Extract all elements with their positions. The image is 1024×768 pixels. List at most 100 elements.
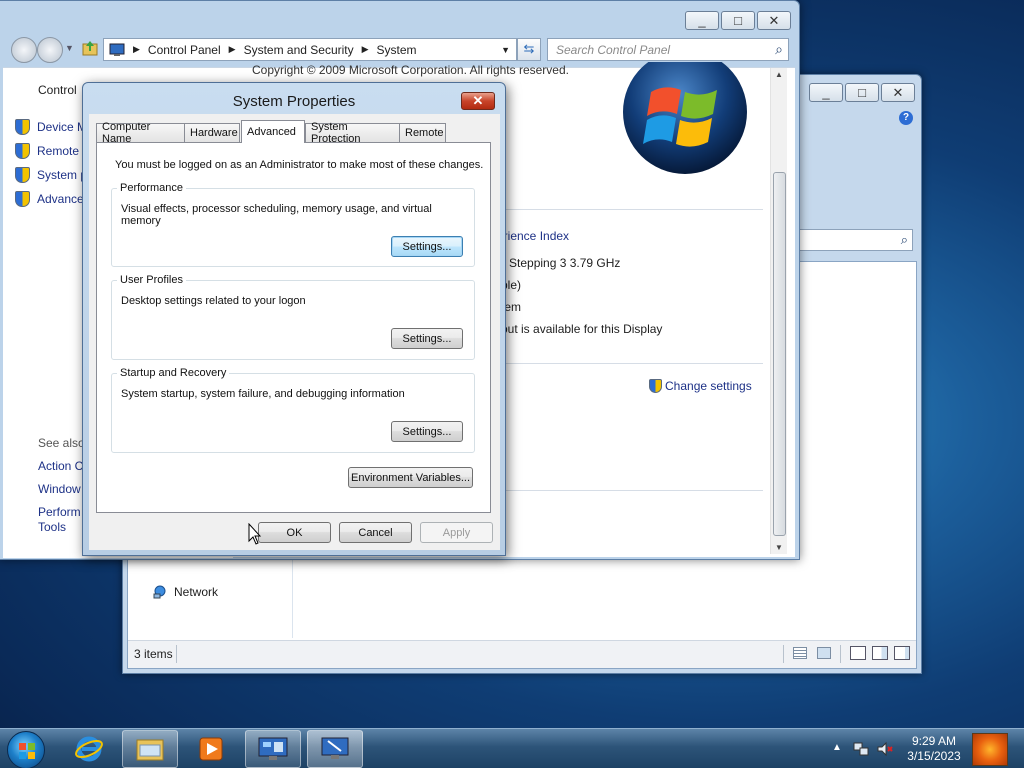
search-placeholder: Search Control Panel — [556, 42, 671, 57]
experience-index-link[interactable]: erience Index — [497, 229, 569, 243]
breadcrumb-separator-icon: ▶ — [228, 44, 236, 54]
ok-button[interactable]: OK — [258, 522, 331, 543]
scroll-down-icon[interactable]: ▼ — [775, 543, 783, 552]
cancel-button[interactable]: Cancel — [339, 522, 412, 543]
recent-pages-chevron-icon[interactable]: ▼ — [65, 43, 74, 53]
link-performance[interactable]: Perform — [38, 505, 81, 519]
breadcrumb-control-panel[interactable]: Control Panel — [148, 43, 221, 57]
divider — [493, 490, 763, 491]
shield-icon — [15, 191, 30, 207]
control-panel-taskbar-icon[interactable] — [245, 730, 301, 768]
forward-button[interactable] — [37, 37, 63, 63]
help-icon[interactable]: ? — [899, 111, 913, 125]
windows-explorer-icon[interactable] — [122, 730, 178, 768]
address-bar[interactable]: ▶ Control Panel ▶ System and Security ▶ … — [103, 38, 517, 61]
breadcrumb-system[interactable]: System — [377, 43, 417, 57]
mouse-cursor-icon — [248, 522, 262, 545]
tab-advanced[interactable]: Advanced — [241, 120, 305, 143]
media-player-icon[interactable] — [183, 730, 239, 768]
bg-close-button[interactable]: ✕ — [881, 83, 915, 102]
shield-icon — [15, 143, 30, 159]
dialog-close-button[interactable]: ✕ — [461, 92, 495, 110]
link-advanced-system-settings[interactable]: Advance — [15, 191, 84, 207]
internet-explorer-icon[interactable] — [61, 730, 117, 768]
user-avatar-flower — [972, 733, 1008, 766]
maximize-button[interactable]: □ — [721, 11, 755, 30]
vertical-scrollbar[interactable]: ▲ ▼ — [770, 68, 787, 554]
admin-note: You must be logged on as an Administrato… — [115, 159, 484, 171]
user-profiles-settings-button[interactable]: Settings... — [391, 328, 463, 349]
startup-recovery-settings-button[interactable]: Settings... — [391, 421, 463, 442]
details-pane-icon[interactable] — [872, 646, 888, 660]
taskbar-clock[interactable]: 9:29 AM 3/15/2023 — [902, 734, 966, 764]
apply-button[interactable]: Apply — [420, 522, 493, 543]
link-device-manager[interactable]: Device M — [15, 119, 87, 135]
back-button[interactable] — [11, 37, 37, 63]
system-properties-taskbar-icon[interactable] — [307, 730, 363, 768]
nav-item-network-label: Network — [174, 585, 219, 599]
performance-settings-button[interactable]: Settings... — [391, 236, 463, 257]
bg-minimize-button[interactable]: _ — [809, 83, 843, 102]
network-icon — [152, 585, 168, 599]
startup-recovery-group: Startup and Recovery System startup, sys… — [111, 367, 475, 453]
tab-system-protection[interactable]: System Protection — [305, 121, 400, 145]
user-profiles-label: User Profiles — [117, 274, 186, 286]
refresh-button[interactable]: ⇆ — [517, 38, 541, 61]
taskbar: ▲ 9:29 AM 3/15/2023 — [0, 728, 1024, 768]
tab-computer-name[interactable]: Computer Name — [96, 121, 185, 145]
breadcrumb-system-security[interactable]: System and Security — [244, 43, 354, 57]
windows-logo — [619, 50, 751, 180]
shield-icon — [649, 379, 662, 393]
link-windows-update[interactable]: Window — [38, 482, 81, 496]
advanced-tab-panel: You must be logged on as an Administrato… — [96, 142, 491, 513]
link-system-protection[interactable]: System p — [15, 167, 87, 183]
close-button[interactable]: ✕ — [757, 11, 791, 30]
volume-muted-icon[interactable] — [876, 740, 894, 758]
scroll-thumb[interactable] — [773, 172, 786, 536]
tab-remote[interactable]: Remote — [399, 123, 446, 142]
bg-window-controls: _ □ ✕ — [809, 83, 915, 102]
nav-item-network[interactable]: Network — [152, 585, 218, 599]
tab-hardware[interactable]: Hardware — [184, 123, 240, 142]
control-panel-home-link[interactable]: Control — [38, 83, 77, 97]
minimize-button[interactable]: _ — [685, 11, 719, 30]
address-dropdown-icon[interactable]: ▼ — [501, 45, 510, 55]
clock-time: 9:29 AM — [911, 734, 957, 748]
network-tray-icon[interactable] — [852, 740, 870, 758]
bg-status-bar: 3 items — [128, 640, 916, 668]
user-profiles-group: User Profiles Desktop settings related t… — [111, 274, 475, 360]
startup-recovery-description: System startup, system failure, and debu… — [121, 388, 405, 400]
shield-icon — [15, 167, 30, 183]
window-controls: _ □ ✕ — [685, 11, 791, 30]
user-profiles-description: Desktop settings related to your logon — [121, 295, 306, 307]
breadcrumb-separator-icon: ▶ — [133, 44, 140, 54]
change-settings-link[interactable]: Change settings — [649, 379, 752, 393]
navigation-pane-icon[interactable] — [894, 646, 910, 660]
search-input[interactable]: Search Control Panel ⌕ — [547, 38, 789, 61]
up-folder-icon[interactable] — [81, 39, 99, 57]
performance-label: Performance — [117, 182, 186, 194]
environment-variables-button[interactable]: Environment Variables... — [348, 467, 473, 488]
show-hidden-icons-icon[interactable]: ▲ — [832, 742, 842, 753]
link-performance-tools[interactable]: Tools — [38, 520, 66, 534]
details-view-icon[interactable] — [793, 647, 807, 659]
processor-value: 7 Stepping 3 3.79 GHz — [499, 256, 621, 270]
scroll-up-icon[interactable]: ▲ — [775, 70, 783, 79]
preview-pane-icon[interactable] — [850, 646, 866, 660]
bg-search-input[interactable]: ⌕ — [797, 229, 913, 251]
breadcrumb-separator-icon: ▶ — [361, 44, 369, 54]
performance-group: Performance Visual effects, processor sc… — [111, 182, 475, 267]
clock-date: 3/15/2023 — [907, 749, 961, 763]
link-action-center[interactable]: Action C — [38, 459, 83, 473]
shield-icon — [15, 119, 30, 135]
performance-description: Visual effects, processor scheduling, me… — [121, 203, 432, 227]
link-remote-settings[interactable]: Remote — [15, 143, 79, 159]
search-icon[interactable]: ⌕ — [775, 41, 783, 58]
bg-maximize-button[interactable]: □ — [845, 83, 879, 102]
control-panel-icon — [109, 43, 125, 57]
startup-recovery-label: Startup and Recovery — [117, 367, 230, 379]
start-orb-icon[interactable] — [7, 731, 45, 768]
large-icons-view-icon[interactable] — [817, 647, 831, 659]
item-count: 3 items — [134, 647, 173, 661]
copyright-text: Copyright © 2009 Microsoft Corporation. … — [252, 63, 569, 77]
